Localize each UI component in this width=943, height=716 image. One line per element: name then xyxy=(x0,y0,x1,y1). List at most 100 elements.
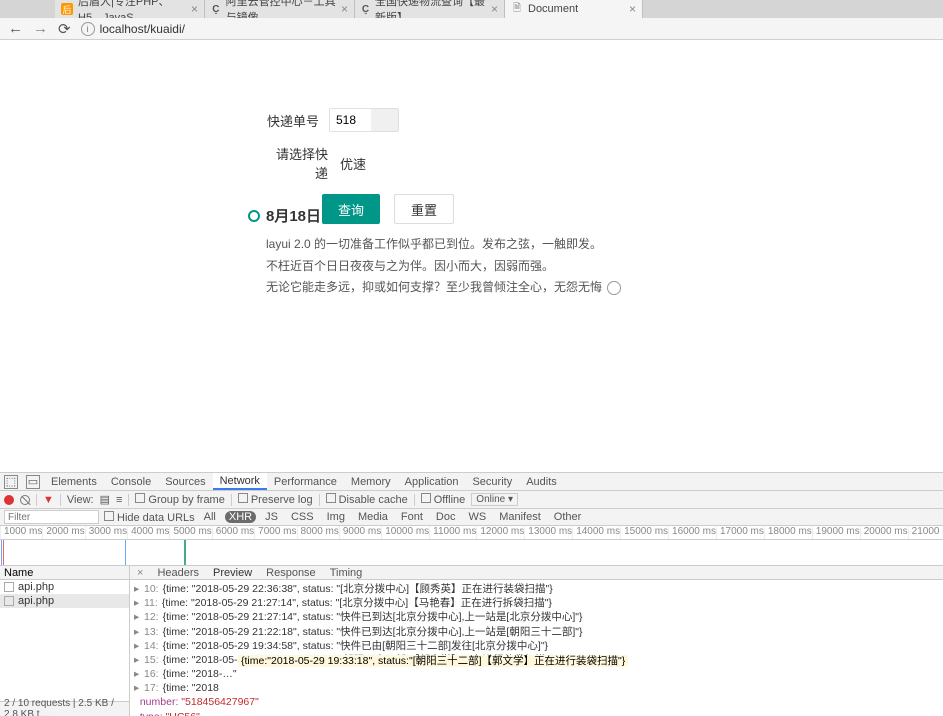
preview-tab[interactable]: Preview xyxy=(206,566,259,579)
browser-tab-2[interactable]: C͍ 全国快递物流查询【最新版】… × xyxy=(355,0,505,18)
name-column-header[interactable]: Name xyxy=(0,566,129,580)
devtools-tab-performance[interactable]: Performance xyxy=(267,473,344,490)
view-large-icon[interactable]: ▤ xyxy=(100,493,110,506)
network-filterbar: Hide data URLs All XHR JS CSS Img Media … xyxy=(0,509,943,526)
ruler-tick: 12000 ms xyxy=(476,526,524,539)
ruler-tick: 18000 ms xyxy=(764,526,812,539)
ruler-tick: 7000 ms xyxy=(254,526,296,539)
timeline-ruler: 1000 ms2000 ms3000 ms4000 ms5000 ms6000 … xyxy=(0,526,943,540)
inspect-icon[interactable]: ⬚ xyxy=(4,475,18,489)
url-box[interactable]: i localhost/kuaidi/ xyxy=(81,22,935,36)
reload-button[interactable]: ⟳ xyxy=(58,20,71,38)
ruler-tick: 19000 ms xyxy=(812,526,860,539)
filter-font[interactable]: Font xyxy=(397,511,427,523)
filter-ws[interactable]: WS xyxy=(464,511,490,523)
ruler-tick: 5000 ms xyxy=(169,526,211,539)
request-row[interactable]: api.php xyxy=(0,594,129,608)
devtools-tab-elements[interactable]: Elements xyxy=(44,473,104,490)
devtools-tab-memory[interactable]: Memory xyxy=(344,473,398,490)
devtools-tab-network[interactable]: Network xyxy=(213,473,267,490)
view-label: View: xyxy=(67,494,94,506)
filter-xhr[interactable]: XHR xyxy=(225,511,256,523)
file-icon xyxy=(4,582,14,592)
timeline-text: layui 2.0 的一切准备工作似乎都已到位。发布之弦，一触即发。 xyxy=(266,234,678,256)
close-icon[interactable]: × xyxy=(341,2,348,16)
response-tab[interactable]: Response xyxy=(259,566,323,579)
throttling-select[interactable]: Online ▾ xyxy=(471,493,518,506)
network-toolbar: ▼ View: ▤ ≡ Group by frame Preserve log … xyxy=(0,491,943,509)
tracking-number-input[interactable] xyxy=(329,108,399,132)
ruler-tick: 4000 ms xyxy=(127,526,169,539)
device-icon[interactable]: ▭ xyxy=(26,475,40,489)
filter-css[interactable]: CSS xyxy=(287,511,318,523)
ruler-tick: 16000 ms xyxy=(668,526,716,539)
ruler-tick: 6000 ms xyxy=(212,526,254,539)
filter-img[interactable]: Img xyxy=(323,511,349,523)
browser-tab-0[interactable]: 后 后盾人|专注PHP、H5、JavaS… × xyxy=(55,0,205,18)
record-icon[interactable] xyxy=(4,495,14,505)
timeline-dot-icon xyxy=(248,210,260,222)
response-preview[interactable]: ▸10:{time: "2018-05-29 22:36:38", status… xyxy=(130,580,943,716)
offline-toggle[interactable]: Offline xyxy=(421,493,466,506)
filter-doc[interactable]: Doc xyxy=(432,511,460,523)
timeline-text: 无论它能走多远，抑或如何支撑？至少我曾倾注全心，无怨无悔 xyxy=(266,277,678,299)
devtools: ⬚ ▭ Elements Console Sources Network Per… xyxy=(0,472,943,716)
filter-all[interactable]: All xyxy=(200,511,220,523)
filter-js[interactable]: JS xyxy=(261,511,282,523)
close-panel-icon[interactable]: × xyxy=(130,566,150,579)
headers-tab[interactable]: Headers xyxy=(150,566,206,579)
filter-manifest[interactable]: Manifest xyxy=(495,511,545,523)
filter-other[interactable]: Other xyxy=(550,511,586,523)
ruler-tick: 10000 ms xyxy=(381,526,429,539)
filter-media[interactable]: Media xyxy=(354,511,392,523)
ruler-tick: 20000 ms xyxy=(860,526,908,539)
request-detail-panel: × Headers Preview Response Timing ▸10:{t… xyxy=(130,566,943,716)
hide-data-urls[interactable]: Hide data URLs xyxy=(104,511,195,524)
disable-cache[interactable]: Disable cache xyxy=(326,493,408,506)
waterfall-overview[interactable] xyxy=(0,540,943,566)
tab-title: Document xyxy=(528,3,578,15)
devtools-tab-sources[interactable]: Sources xyxy=(158,473,212,490)
ruler-tick: 14000 ms xyxy=(572,526,620,539)
ruler-tick: 8000 ms xyxy=(297,526,339,539)
ruler-tick: 1000 ms xyxy=(0,526,42,539)
ruler-tick: 21000 ms xyxy=(908,526,943,539)
info-icon[interactable]: i xyxy=(81,22,95,36)
filter-input[interactable] xyxy=(4,510,99,524)
devtools-tab-application[interactable]: Application xyxy=(398,473,466,490)
forward-button: → xyxy=(33,20,48,37)
ruler-tick: 11000 ms xyxy=(429,526,476,539)
timeline: 8月18日 layui 2.0 的一切准备工作似乎都已到位。发布之弦，一触即发。… xyxy=(248,205,678,299)
back-button[interactable]: ← xyxy=(8,20,23,37)
group-by-frame[interactable]: Group by frame xyxy=(135,493,224,506)
browser-tabstrip: 后 后盾人|专注PHP、H5、JavaS… × C͍ 阿里云管控中心－工具与镜像… xyxy=(0,0,943,18)
view-small-icon[interactable]: ≡ xyxy=(116,494,122,506)
request-row[interactable]: api.php xyxy=(0,580,129,594)
clear-icon[interactable] xyxy=(20,495,30,505)
close-icon[interactable]: × xyxy=(491,2,498,16)
favicon-icon: C͍ xyxy=(361,3,370,15)
file-icon: 🗎 xyxy=(511,3,523,15)
url-text: localhost/kuaidi/ xyxy=(100,22,185,36)
ruler-tick: 13000 ms xyxy=(524,526,572,539)
filter-icon[interactable]: ▼ xyxy=(43,494,54,506)
request-list-panel: Name api.php api.php 2 / 10 requests | 2… xyxy=(0,566,130,716)
favicon-icon: 后 xyxy=(61,3,73,15)
close-icon[interactable]: × xyxy=(629,2,636,16)
ruler-tick: 9000 ms xyxy=(339,526,381,539)
tracking-number-label: 快递单号 xyxy=(264,111,319,130)
browser-tab-3[interactable]: 🗎 Document × xyxy=(505,0,643,18)
address-bar: ← → ⟳ i localhost/kuaidi/ xyxy=(0,18,943,40)
ruler-tick: 17000 ms xyxy=(716,526,764,539)
smile-icon xyxy=(607,281,621,295)
courier-select[interactable]: 优速 xyxy=(338,154,366,173)
close-icon[interactable]: × xyxy=(191,2,198,16)
devtools-tab-console[interactable]: Console xyxy=(104,473,158,490)
browser-tab-1[interactable]: C͍ 阿里云管控中心－工具与镜像 × xyxy=(205,0,355,18)
devtools-tab-audits[interactable]: Audits xyxy=(519,473,564,490)
timing-tab[interactable]: Timing xyxy=(323,566,370,579)
courier-label: 请选择快递 xyxy=(264,144,328,182)
devtools-tab-security[interactable]: Security xyxy=(465,473,519,490)
preserve-log[interactable]: Preserve log xyxy=(238,493,313,506)
ruler-tick: 3000 ms xyxy=(85,526,127,539)
